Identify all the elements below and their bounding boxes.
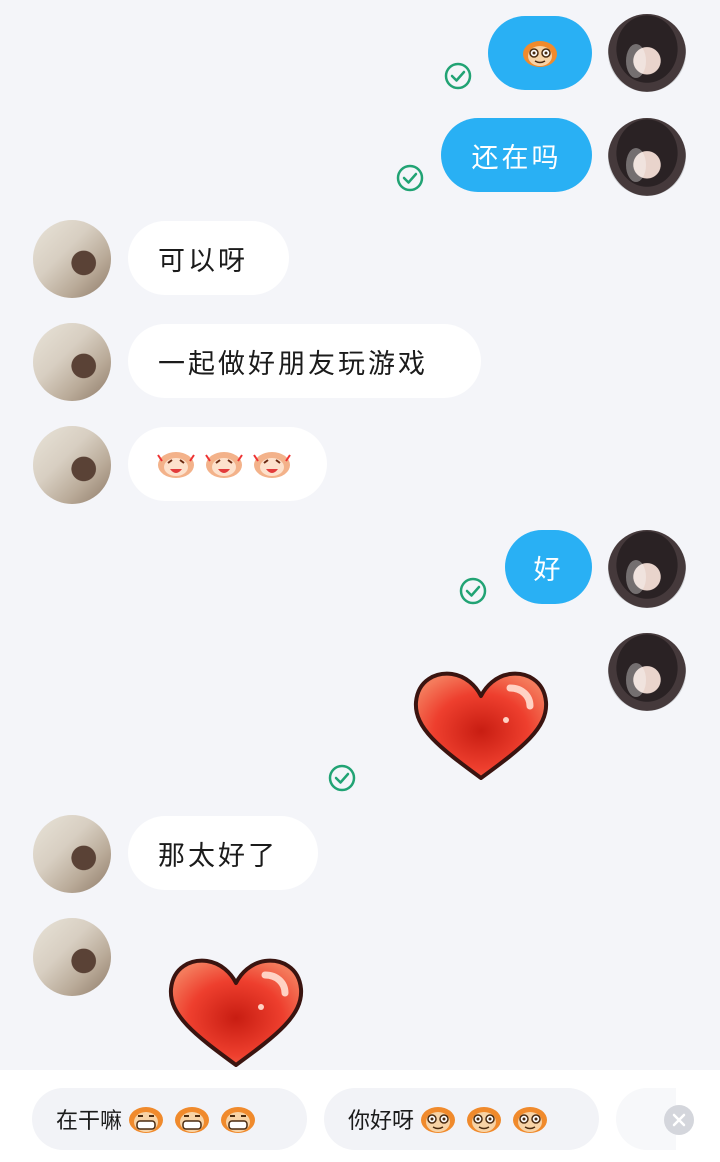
contact-avatar[interactable] (33, 323, 111, 401)
my-avatar[interactable] (608, 530, 686, 608)
quick-reply-label: 在干嘛 (56, 1109, 123, 1134)
heart-sticker[interactable] (410, 668, 552, 783)
monkey-face-emoji (523, 41, 557, 67)
message-text: 好 (533, 554, 564, 586)
contact-message-bubble[interactable]: 一起做好朋友玩游戏 (128, 324, 481, 398)
sent-check-icon (459, 577, 487, 605)
contact-message-bubble[interactable]: 那太好了 (128, 816, 318, 890)
message-text: 可以呀 (158, 245, 248, 277)
sent-check-icon (444, 62, 472, 90)
contact-message-bubble[interactable]: 可以呀 (128, 221, 289, 295)
laughing-monkey-emoji (157, 452, 291, 478)
contact-avatar[interactable] (33, 220, 111, 298)
close-icon (672, 1113, 686, 1127)
close-quick-replies-button[interactable] (664, 1105, 694, 1135)
message-text: 一起做好朋友玩游戏 (158, 348, 428, 380)
my-message-bubble[interactable] (488, 16, 592, 90)
contact-avatar[interactable] (33, 815, 111, 893)
grinning-monkey-emoji (129, 1107, 256, 1133)
my-avatar[interactable] (608, 118, 686, 196)
heart-sticker[interactable] (165, 955, 307, 1070)
my-message-bubble[interactable]: 还在吗 (441, 118, 592, 192)
sent-check-icon (328, 764, 356, 792)
quick-reply-label: 你好呀 (348, 1109, 415, 1134)
sent-check-icon (396, 164, 424, 192)
my-avatar[interactable] (608, 14, 686, 92)
contact-avatar[interactable] (33, 918, 111, 996)
my-message-bubble[interactable]: 好 (505, 530, 592, 604)
contact-avatar[interactable] (33, 426, 111, 504)
chat-message-list[interactable]: 还在吗 可以呀 一起做好朋友玩游戏 好 那太好了 (0, 0, 720, 1070)
my-avatar[interactable] (608, 633, 686, 711)
quick-reply-chip[interactable]: 你好呀 (324, 1088, 599, 1150)
message-text: 还在吗 (471, 142, 562, 174)
message-text: 那太好了 (158, 840, 278, 872)
quick-reply-bar: 在干嘛 你好呀 (0, 1070, 720, 1162)
monkey-face-emoji (421, 1107, 548, 1133)
quick-reply-chip[interactable]: 在干嘛 (32, 1088, 307, 1150)
contact-message-bubble[interactable] (128, 427, 327, 501)
